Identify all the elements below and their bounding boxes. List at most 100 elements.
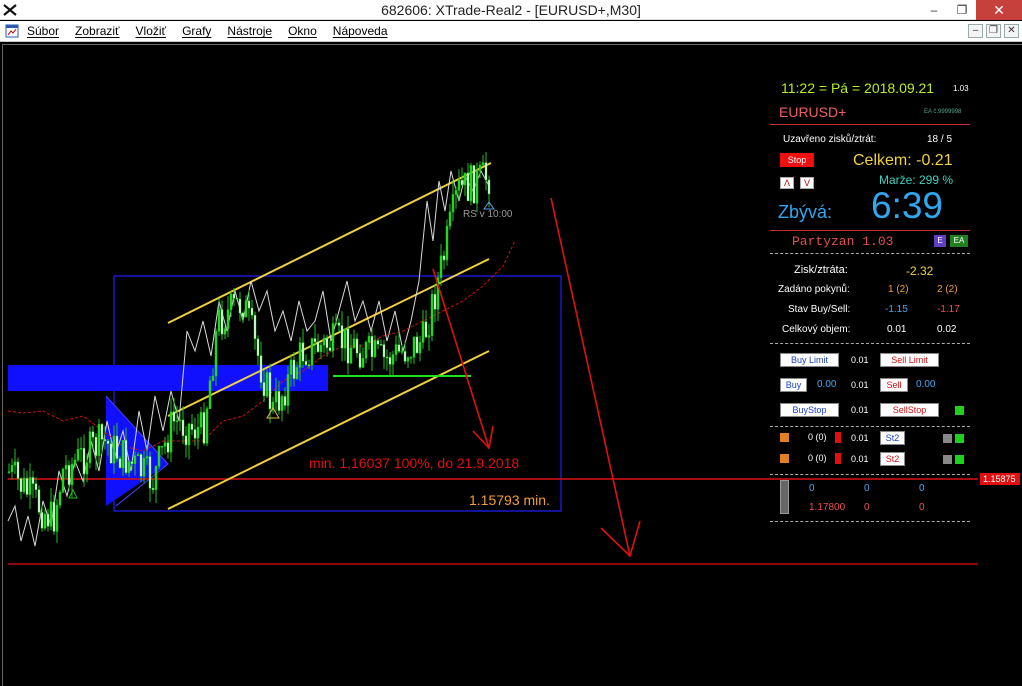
row2-green-toggle-icon[interactable] bbox=[955, 455, 964, 464]
menu-help[interactable]: Nápoveda bbox=[333, 24, 388, 38]
badge-ea[interactable]: EA bbox=[950, 235, 968, 247]
closed-value: 18 / 5 bbox=[927, 134, 953, 145]
restore-button[interactable]: ❐ bbox=[948, 0, 976, 20]
row2-gray-toggle-icon[interactable] bbox=[943, 455, 952, 464]
forecast-arrow-long[interactable] bbox=[550, 197, 641, 558]
closed-label: Uzavřeno zisků/ztrát: bbox=[783, 134, 877, 145]
divider bbox=[770, 474, 970, 475]
buy-stop-lot[interactable]: 0.01 bbox=[851, 405, 869, 415]
row1-gray-toggle-icon[interactable] bbox=[943, 434, 952, 443]
candle-body bbox=[268, 372, 272, 410]
candle-body bbox=[382, 344, 386, 358]
scroll-handle-icon[interactable] bbox=[780, 480, 789, 514]
minimize-button[interactable]: – bbox=[920, 0, 948, 20]
row1-lot[interactable]: 0.01 bbox=[851, 433, 869, 443]
divider bbox=[770, 343, 970, 344]
candle-body bbox=[358, 352, 362, 368]
menu-tools[interactable]: Nástroje bbox=[227, 24, 272, 38]
arrow-up-button[interactable]: Λ bbox=[780, 177, 794, 189]
candle-body bbox=[139, 454, 143, 477]
close-button[interactable]: ✕ bbox=[976, 0, 1022, 20]
state-buy: -1.15 bbox=[885, 304, 908, 315]
sell-stop-button[interactable]: SellStop bbox=[880, 403, 939, 417]
candle-body bbox=[418, 342, 422, 354]
candle-body bbox=[481, 162, 485, 166]
sell-button[interactable]: Sell bbox=[880, 378, 908, 392]
candle-body bbox=[34, 483, 38, 490]
buy-price: 0.00 bbox=[817, 379, 837, 390]
candle-body bbox=[160, 445, 164, 448]
menu-view[interactable]: Zobraziť bbox=[75, 24, 120, 38]
forecast-arrow-short[interactable] bbox=[432, 268, 494, 450]
row2-st2-button[interactable]: St2 bbox=[880, 452, 905, 466]
menu-insert[interactable]: Vložiť bbox=[136, 24, 167, 38]
buy-button[interactable]: Buy bbox=[780, 378, 807, 392]
candle-body bbox=[313, 338, 317, 343]
panel-version-small: 1.03 bbox=[953, 84, 969, 93]
candle-body bbox=[199, 412, 203, 428]
candle-body bbox=[289, 359, 293, 375]
row1-green-toggle-icon[interactable] bbox=[955, 434, 964, 443]
row2-lot[interactable]: 0.01 bbox=[851, 454, 869, 464]
mdi-restore-button[interactable]: ❐ bbox=[986, 24, 1001, 38]
candle-body bbox=[469, 165, 473, 202]
menu-file[interactable]: Súbor bbox=[27, 24, 59, 38]
candle-body bbox=[145, 456, 149, 459]
green-toggle-icon[interactable] bbox=[955, 406, 964, 415]
badge-e[interactable]: E bbox=[934, 235, 946, 247]
candle-body bbox=[394, 344, 398, 355]
candle-body bbox=[100, 424, 104, 440]
candle-body bbox=[286, 374, 290, 406]
candle-body bbox=[88, 431, 92, 464]
candle-body bbox=[265, 372, 269, 397]
mdi-close-button[interactable]: ✕ bbox=[1004, 24, 1019, 38]
chart-window-icon[interactable] bbox=[5, 24, 19, 38]
annotation-rs[interactable]: RS v 10:00 bbox=[463, 209, 513, 220]
candle-body bbox=[421, 321, 425, 343]
candle-body bbox=[340, 325, 344, 349]
blue-zone[interactable] bbox=[8, 365, 328, 391]
candle-body bbox=[283, 396, 287, 406]
candle-body bbox=[319, 344, 323, 353]
candle-body bbox=[337, 322, 341, 326]
annotation-level[interactable]: 1.15793 min. bbox=[469, 492, 550, 508]
state-label: Stav Buy/Sell: bbox=[788, 304, 851, 315]
stop-button[interactable]: Stop bbox=[780, 153, 814, 167]
candle-body bbox=[79, 448, 83, 450]
candle-body bbox=[226, 309, 230, 329]
minus-icon[interactable] bbox=[780, 454, 789, 463]
candle-body bbox=[430, 293, 434, 336]
candle-body bbox=[103, 439, 107, 442]
minus-icon[interactable] bbox=[780, 433, 789, 442]
candle-body bbox=[400, 351, 404, 353]
candle-body bbox=[25, 477, 29, 495]
candle-body bbox=[370, 336, 374, 358]
pl-label: Zisk/ztráta: bbox=[794, 264, 848, 276]
candlesticks[interactable] bbox=[7, 152, 491, 543]
annotation-min[interactable]: min. 1,16037 100%, do 21.9.2018 bbox=[309, 455, 519, 471]
sell-limit-button[interactable]: Sell Limit bbox=[880, 353, 939, 367]
candle-body bbox=[364, 342, 368, 359]
menu-window[interactable]: Okno bbox=[288, 24, 317, 38]
row1-st2-button[interactable]: St2 bbox=[880, 431, 905, 445]
candle-body bbox=[409, 357, 413, 359]
candle-body bbox=[346, 328, 350, 364]
candle-body bbox=[142, 457, 146, 477]
candle-body bbox=[463, 172, 467, 186]
candle-body bbox=[202, 412, 206, 444]
candle-body bbox=[133, 455, 137, 464]
candle-body bbox=[109, 443, 113, 464]
buy-limit-button[interactable]: Buy Limit bbox=[780, 353, 839, 367]
row2-count: 0 (0) bbox=[808, 453, 827, 463]
candle-body bbox=[343, 328, 347, 349]
buy-stop-button[interactable]: BuyStop bbox=[780, 403, 839, 417]
mdi-minimize-button[interactable]: – bbox=[968, 24, 983, 38]
candle-body bbox=[241, 312, 245, 318]
buy-lot[interactable]: 0.01 bbox=[851, 380, 869, 390]
arrow-down-button[interactable]: V bbox=[800, 177, 814, 189]
candle-body bbox=[181, 419, 185, 437]
candle-body bbox=[373, 340, 377, 358]
candle-body bbox=[223, 328, 227, 335]
buy-limit-lot[interactable]: 0.01 bbox=[851, 355, 869, 365]
menu-charts[interactable]: Grafy bbox=[182, 24, 211, 38]
